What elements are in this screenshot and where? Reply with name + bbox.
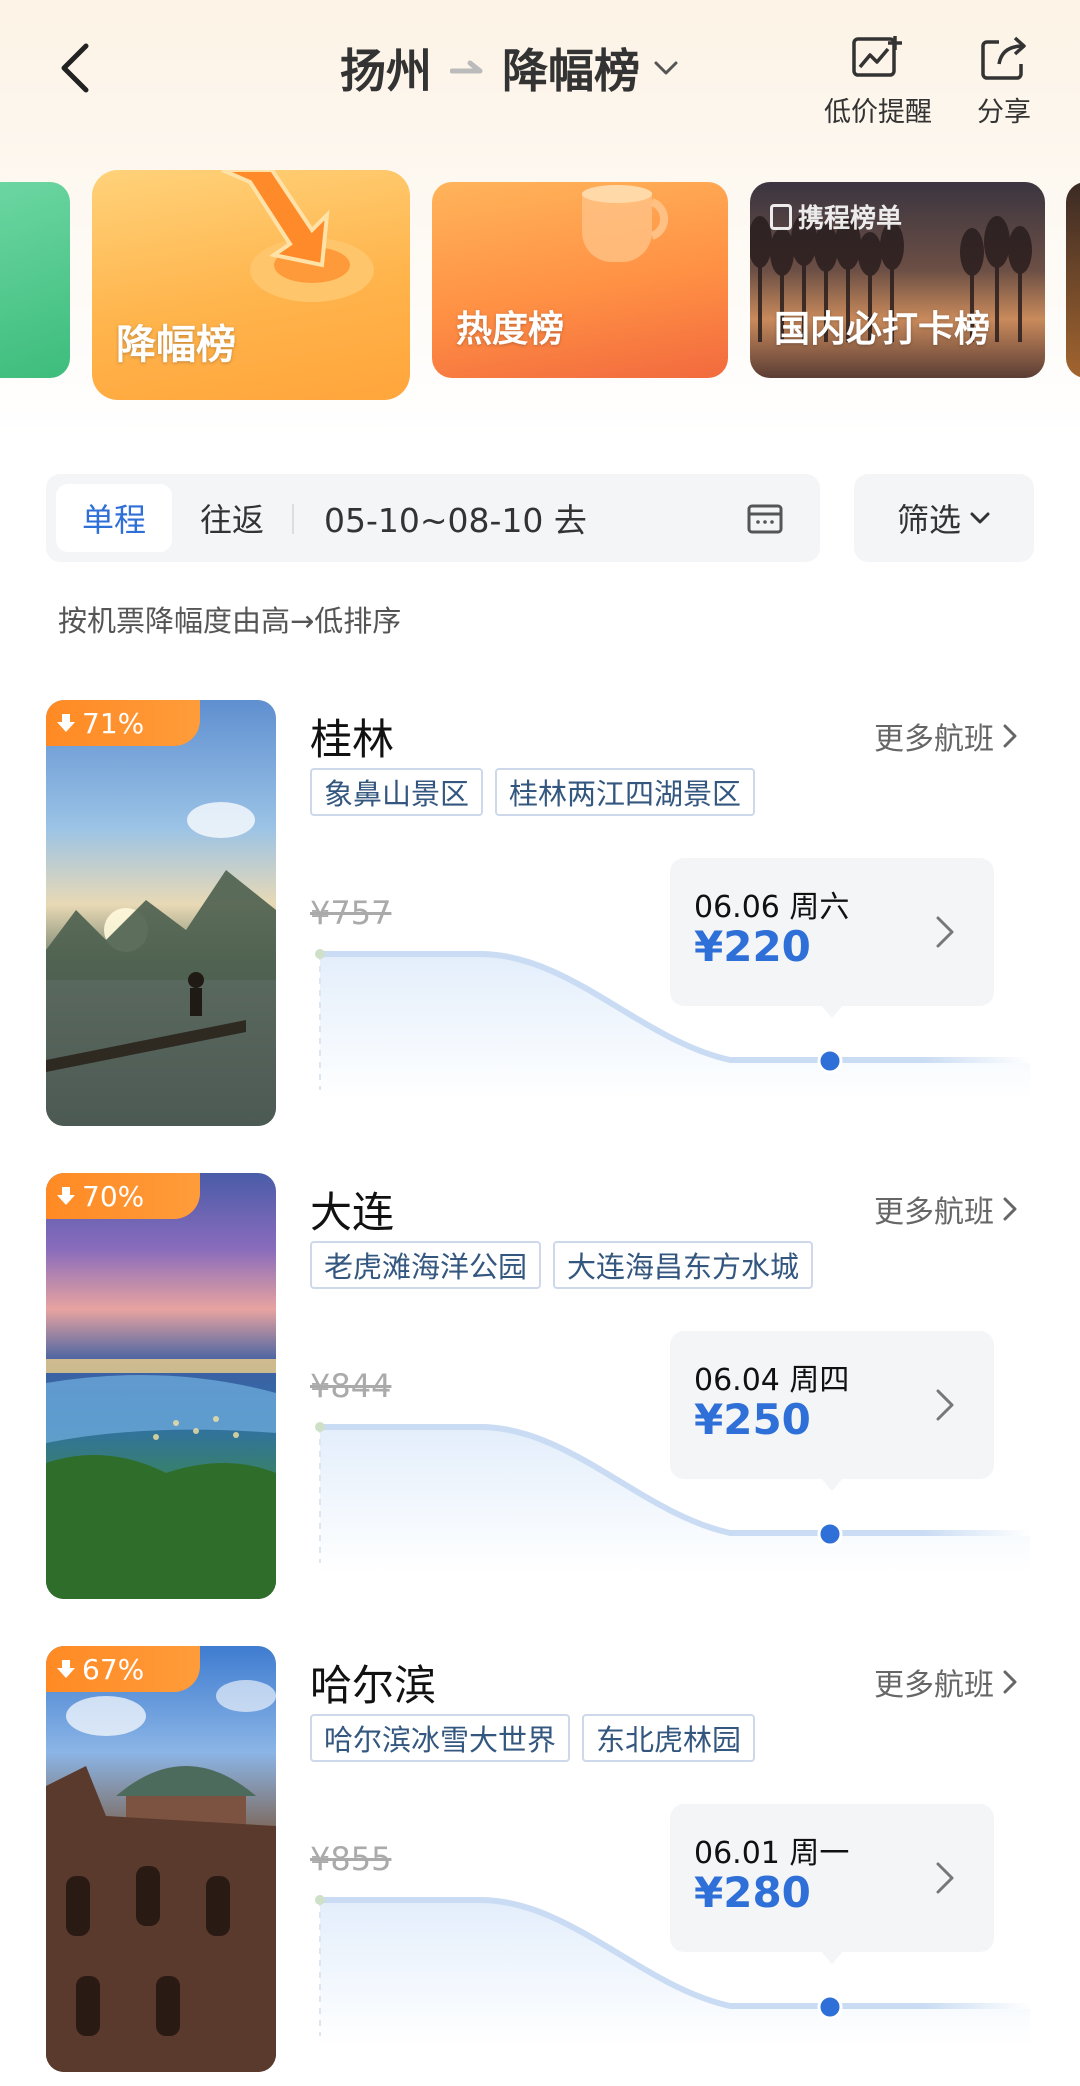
price-alert-icon — [852, 36, 902, 77]
top-nav-bar: 扬州 降幅榜 低价提醒 分享 — [0, 0, 1080, 150]
page-title[interactable]: 扬州 降幅榜 — [300, 36, 720, 100]
arrow-down-icon — [57, 1660, 75, 1678]
chevron-right-icon — [1003, 1197, 1017, 1221]
arrow-down-icon — [57, 714, 75, 732]
destination-city: 桂林 — [310, 715, 395, 764]
ctrip-logo-icon — [770, 203, 792, 230]
lowest-price-date: 06.01 周一 — [694, 1836, 850, 1871]
attraction-tag[interactable]: 老虎滩海洋公园 — [310, 1241, 542, 1289]
lowest-price-date: 06.04 周四 — [694, 1363, 850, 1398]
more-flights-link[interactable]: 更多航班 — [874, 1187, 1018, 1231]
more-flights-label: 更多航班 — [874, 1668, 994, 1703]
price-card-pointer — [820, 1477, 844, 1491]
arrow-right-icon — [450, 53, 484, 83]
chevron-right-icon — [936, 916, 954, 948]
chevron-down-icon — [654, 61, 678, 75]
more-flights-label: 更多航班 — [874, 1195, 994, 1230]
ranking-card-partial-right[interactable] — [1066, 182, 1080, 378]
chevron-right-icon — [1003, 1670, 1017, 1694]
tab-one-way[interactable]: 单程 — [56, 484, 172, 552]
price-card-pointer — [820, 1004, 844, 1018]
arrow-down-icon — [57, 1187, 75, 1205]
ctrip-brand-text: 携程榜单 — [798, 204, 903, 234]
date-range-selector[interactable]: 05-10~08-10 去 — [324, 484, 587, 552]
destination-item[interactable]: 67% 哈尔滨 更多航班 哈尔滨冰雪大世界 东北虎林园 ¥855 06.01 周… — [0, 1646, 1080, 2076]
ranking-carousel: 降幅榜 热度榜 携程榜单 国内必打卡榜 — [0, 170, 1080, 410]
original-price: ¥757 — [310, 894, 392, 932]
destination-city: 哈尔滨 — [310, 1661, 437, 1710]
ranking-card-must-visit[interactable]: 携程榜单 国内必打卡榜 — [750, 182, 1045, 378]
filter-button[interactable]: 筛选 — [854, 474, 1034, 562]
ranking-card-label: 降幅榜 — [116, 322, 236, 368]
price-alert-label: 低价提醒 — [824, 97, 932, 128]
share-icon — [981, 36, 1026, 80]
chevron-right-icon — [1003, 724, 1017, 748]
drop-percent: 71% — [82, 706, 145, 740]
lowest-price: ¥280 — [694, 1868, 811, 1917]
drop-percent-badge: 67% — [46, 1646, 200, 1692]
lowest-price-card[interactable]: 06.06 周六 ¥220 — [670, 858, 994, 1018]
lowest-price: ¥220 — [694, 922, 811, 971]
destination-photo: 67% — [46, 1646, 276, 2072]
price-alert-button[interactable]: 低价提醒 — [818, 34, 938, 134]
lowest-price: ¥250 — [694, 1395, 811, 1444]
attraction-tag[interactable]: 桂林两江四湖景区 — [495, 768, 756, 816]
lowest-price-card[interactable]: 06.04 周四 ¥250 — [670, 1331, 994, 1491]
drop-percent: 70% — [82, 1179, 145, 1213]
tab-round-trip[interactable]: 往返 — [182, 484, 282, 552]
attraction-tag[interactable]: 象鼻山景区 — [310, 768, 484, 816]
trip-filter-bar: 单程 往返 05-10~08-10 去 — [46, 474, 820, 562]
share-button[interactable]: 分享 — [944, 34, 1064, 134]
origin-city: 扬州 — [340, 44, 432, 98]
ranking-card-label: 热度榜 — [456, 309, 565, 350]
attraction-tag[interactable]: 大连海昌东方水城 — [553, 1241, 814, 1289]
chevron-down-icon — [970, 512, 990, 524]
destination-photo: 70% — [46, 1173, 276, 1599]
more-flights-label: 更多航班 — [874, 722, 994, 757]
ranking-card-drop[interactable]: 降幅榜 — [92, 170, 410, 400]
attraction-tag[interactable]: 东北虎林园 — [582, 1714, 756, 1762]
back-icon[interactable] — [52, 36, 102, 100]
attraction-tags: 象鼻山景区 桂林两江四湖景区 — [310, 768, 767, 816]
chevron-right-icon — [936, 1389, 954, 1421]
calendar-icon[interactable] — [746, 500, 784, 536]
price-card-pointer — [820, 1950, 844, 1964]
list-name: 降幅榜 — [502, 44, 640, 98]
ranking-card-partial-left[interactable] — [0, 182, 70, 378]
hot-cup-icon — [582, 185, 669, 262]
destination-city: 大连 — [310, 1188, 395, 1237]
destination-photo: 71% — [46, 700, 276, 1126]
divider — [292, 504, 294, 534]
attraction-tags: 老虎滩海洋公园 大连海昌东方水城 — [310, 1241, 825, 1289]
attraction-tag[interactable]: 哈尔滨冰雪大世界 — [310, 1714, 571, 1762]
chevron-right-icon — [936, 1862, 954, 1894]
lowest-price-card[interactable]: 06.01 周一 ¥280 — [670, 1804, 994, 1964]
destination-item[interactable]: 71% 桂林 更多航班 象鼻山景区 桂林两江四湖景区 ¥757 06.06 周六… — [0, 700, 1080, 1130]
original-price: ¥855 — [310, 1840, 392, 1878]
drop-percent: 67% — [82, 1652, 145, 1686]
drop-percent-badge: 71% — [46, 700, 200, 746]
more-flights-link[interactable]: 更多航班 — [874, 714, 1018, 758]
original-price: ¥844 — [310, 1367, 392, 1405]
ctrip-list-brand: 携程榜单 — [770, 198, 902, 235]
filter-label: 筛选 — [896, 501, 961, 539]
attraction-tags: 哈尔滨冰雪大世界 东北虎林园 — [310, 1714, 767, 1762]
ranking-card-label: 国内必打卡榜 — [774, 309, 991, 350]
sort-description: 按机票降幅度由高→低排序 — [58, 604, 402, 638]
ranking-card-hot[interactable]: 热度榜 — [432, 182, 728, 378]
share-label: 分享 — [977, 97, 1031, 128]
lowest-price-date: 06.06 周六 — [694, 890, 850, 925]
more-flights-link[interactable]: 更多航班 — [874, 1660, 1018, 1704]
destination-item[interactable]: 70% 大连 更多航班 老虎滩海洋公园 大连海昌东方水城 ¥844 06.04 … — [0, 1173, 1080, 1603]
drop-percent-badge: 70% — [46, 1173, 200, 1219]
falling-arrow-icon — [221, 170, 374, 302]
